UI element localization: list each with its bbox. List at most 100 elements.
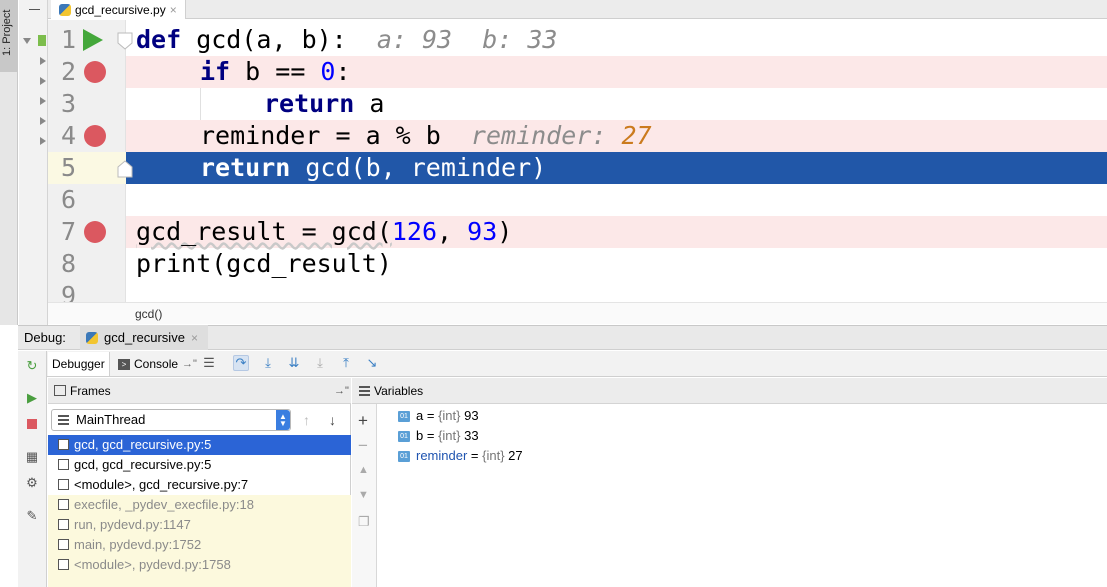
- breadcrumb-item[interactable]: gcd(): [135, 307, 162, 321]
- close-tab-icon[interactable]: ×: [170, 3, 177, 17]
- tab-console[interactable]: > Console →": [114, 352, 201, 376]
- expand-arrow-icon[interactable]: [23, 38, 31, 44]
- frame-label: gcd, gcd_recursive.py:5: [74, 457, 212, 472]
- int-variable-icon: 01: [398, 451, 410, 463]
- variable-row[interactable]: 01 reminder = {int} 27: [398, 446, 523, 466]
- debug-session-label: gcd_recursive: [104, 330, 185, 345]
- code-text: gcd(b, reminder): [290, 153, 547, 182]
- next-frame-icon[interactable]: ↓: [329, 412, 336, 428]
- line-number: 2: [60, 57, 76, 86]
- code-line-2[interactable]: if b == 0:: [126, 56, 1107, 88]
- line-number: 6: [60, 185, 76, 214]
- variable-value: 33: [460, 428, 479, 443]
- frame-icon: [58, 459, 69, 470]
- variables-title: Variables: [374, 384, 424, 398]
- code-line-7[interactable]: gcd_result = gcd(126, 93): [126, 216, 1107, 248]
- variable-type: {int}: [438, 408, 461, 423]
- frame-icon: [58, 499, 69, 510]
- code-text: gcd_result = gcd(: [136, 217, 392, 246]
- debug-label: Debug:: [24, 330, 66, 345]
- tab-debugger[interactable]: Debugger: [48, 352, 110, 376]
- editor-file-tab[interactable]: gcd_recursive.py ×: [51, 0, 186, 19]
- project-tool-tab[interactable]: 1: Project: [0, 0, 18, 72]
- chevron-updown-icon[interactable]: ▲ ▼: [276, 410, 290, 430]
- debug-session-tab[interactable]: gcd_recursive ×: [80, 325, 208, 350]
- breakpoint-icon[interactable]: [84, 61, 106, 83]
- frame-row[interactable]: <module>, pydevd.py:1758: [48, 555, 351, 575]
- frame-row[interactable]: <module>, gcd_recursive.py:7: [48, 475, 351, 495]
- frames-header: Frames: [48, 378, 351, 404]
- code-line-5[interactable]: return gcd(b, reminder): [126, 152, 1107, 184]
- file-tab-label: gcd_recursive.py: [75, 2, 166, 17]
- frames-restore-icon[interactable]: →": [334, 378, 349, 404]
- frame-row[interactable]: run, pydevd.py:1147: [48, 515, 351, 535]
- force-step-into-icon: ⤓: [317, 355, 323, 370]
- frame-row[interactable]: gcd, gcd_recursive.py:5: [48, 435, 351, 455]
- add-watch-icon[interactable]: +: [358, 411, 368, 431]
- debug-side-toolbar: [18, 351, 47, 587]
- code-text: ,: [437, 217, 468, 246]
- step-over-icon[interactable]: ↷: [233, 355, 249, 371]
- collapse-arrow-icon[interactable]: [40, 77, 46, 85]
- collapse-arrow-icon[interactable]: [40, 57, 46, 65]
- keyword: return: [200, 153, 291, 182]
- code-text: a: [354, 89, 385, 118]
- code-text: reminder = a % b: [200, 121, 441, 150]
- code-line-3[interactable]: return a: [126, 88, 1107, 120]
- code-text: b ==: [230, 57, 321, 86]
- frame-label: <module>, gcd_recursive.py:7: [74, 477, 249, 492]
- console-icon: >: [118, 358, 130, 370]
- inline-value-number: 27: [621, 121, 652, 150]
- tab-console-label: Console: [134, 357, 179, 371]
- frame-row[interactable]: execfile, _pydev_execfile.py:18: [48, 495, 351, 515]
- step-into-my-code-icon[interactable]: ⇊: [286, 355, 302, 371]
- collapse-arrow-icon[interactable]: [40, 137, 46, 145]
- code-line-8[interactable]: print(gcd_result): [126, 248, 1107, 280]
- breadcrumb[interactable]: gcd(): [48, 302, 1107, 324]
- move-up-icon: ▲: [358, 464, 369, 476]
- frame-row[interactable]: main, pydevd.py:1752: [48, 535, 351, 555]
- step-out-icon[interactable]: ⤒: [338, 355, 354, 371]
- frame-icon: [58, 519, 69, 530]
- inline-value-hint: reminder:: [440, 121, 622, 150]
- resume-icon[interactable]: ▶: [24, 390, 40, 406]
- show-execution-point-icon[interactable]: ☰: [201, 355, 217, 371]
- run-to-cursor-icon[interactable]: ↘: [364, 355, 380, 371]
- number-literal: 93: [467, 217, 498, 246]
- console-pin-icon[interactable]: →": [182, 352, 197, 376]
- previous-frame-icon: ↑: [303, 412, 310, 428]
- int-variable-icon: 01: [398, 431, 410, 443]
- close-session-icon[interactable]: ×: [191, 331, 198, 345]
- thread-selector-value: MainThread: [76, 412, 146, 427]
- step-into-icon[interactable]: ⤓: [260, 355, 276, 371]
- frame-label: execfile, _pydev_execfile.py:18: [74, 497, 254, 512]
- project-tab-label: 1: Project: [1, 9, 13, 56]
- code-line-1[interactable]: def gcd(a, b): a: 93 b: 33: [126, 24, 1107, 56]
- stop-icon[interactable]: [24, 416, 40, 432]
- python-run-config-icon: [86, 331, 98, 344]
- line-number: 9: [60, 281, 76, 302]
- variable-type: {int}: [438, 428, 461, 443]
- frames-icon: [54, 385, 66, 396]
- variable-row[interactable]: 01 a = {int} 93: [398, 406, 479, 426]
- pin-icon[interactable]: ✎: [24, 508, 40, 524]
- frame-label: main, pydevd.py:1752: [74, 537, 202, 552]
- run-gutter-icon[interactable]: [83, 29, 103, 51]
- thread-selector[interactable]: MainThread: [51, 409, 291, 431]
- frames-title: Frames: [70, 384, 111, 398]
- minimize-icon[interactable]: [29, 9, 40, 10]
- breakpoint-icon[interactable]: [84, 125, 106, 147]
- settings-gear-icon[interactable]: ⚙: [24, 475, 40, 491]
- frame-icon: [58, 439, 69, 450]
- collapse-arrow-icon[interactable]: [40, 97, 46, 105]
- frame-row[interactable]: gcd, gcd_recursive.py:5: [48, 455, 351, 475]
- view-breakpoints-icon[interactable]: ▦: [24, 449, 40, 465]
- line-number: 4: [60, 121, 76, 150]
- rerun-icon[interactable]: ↻: [24, 358, 40, 374]
- code-line-4[interactable]: reminder = a % b reminder: 27: [126, 120, 1107, 152]
- collapse-arrow-icon[interactable]: [40, 117, 46, 125]
- frame-icon: [58, 559, 69, 570]
- variable-row[interactable]: 01 b = {int} 33: [398, 426, 479, 446]
- breakpoint-icon[interactable]: [84, 221, 106, 243]
- copy-watch-icon: ❐: [358, 514, 370, 529]
